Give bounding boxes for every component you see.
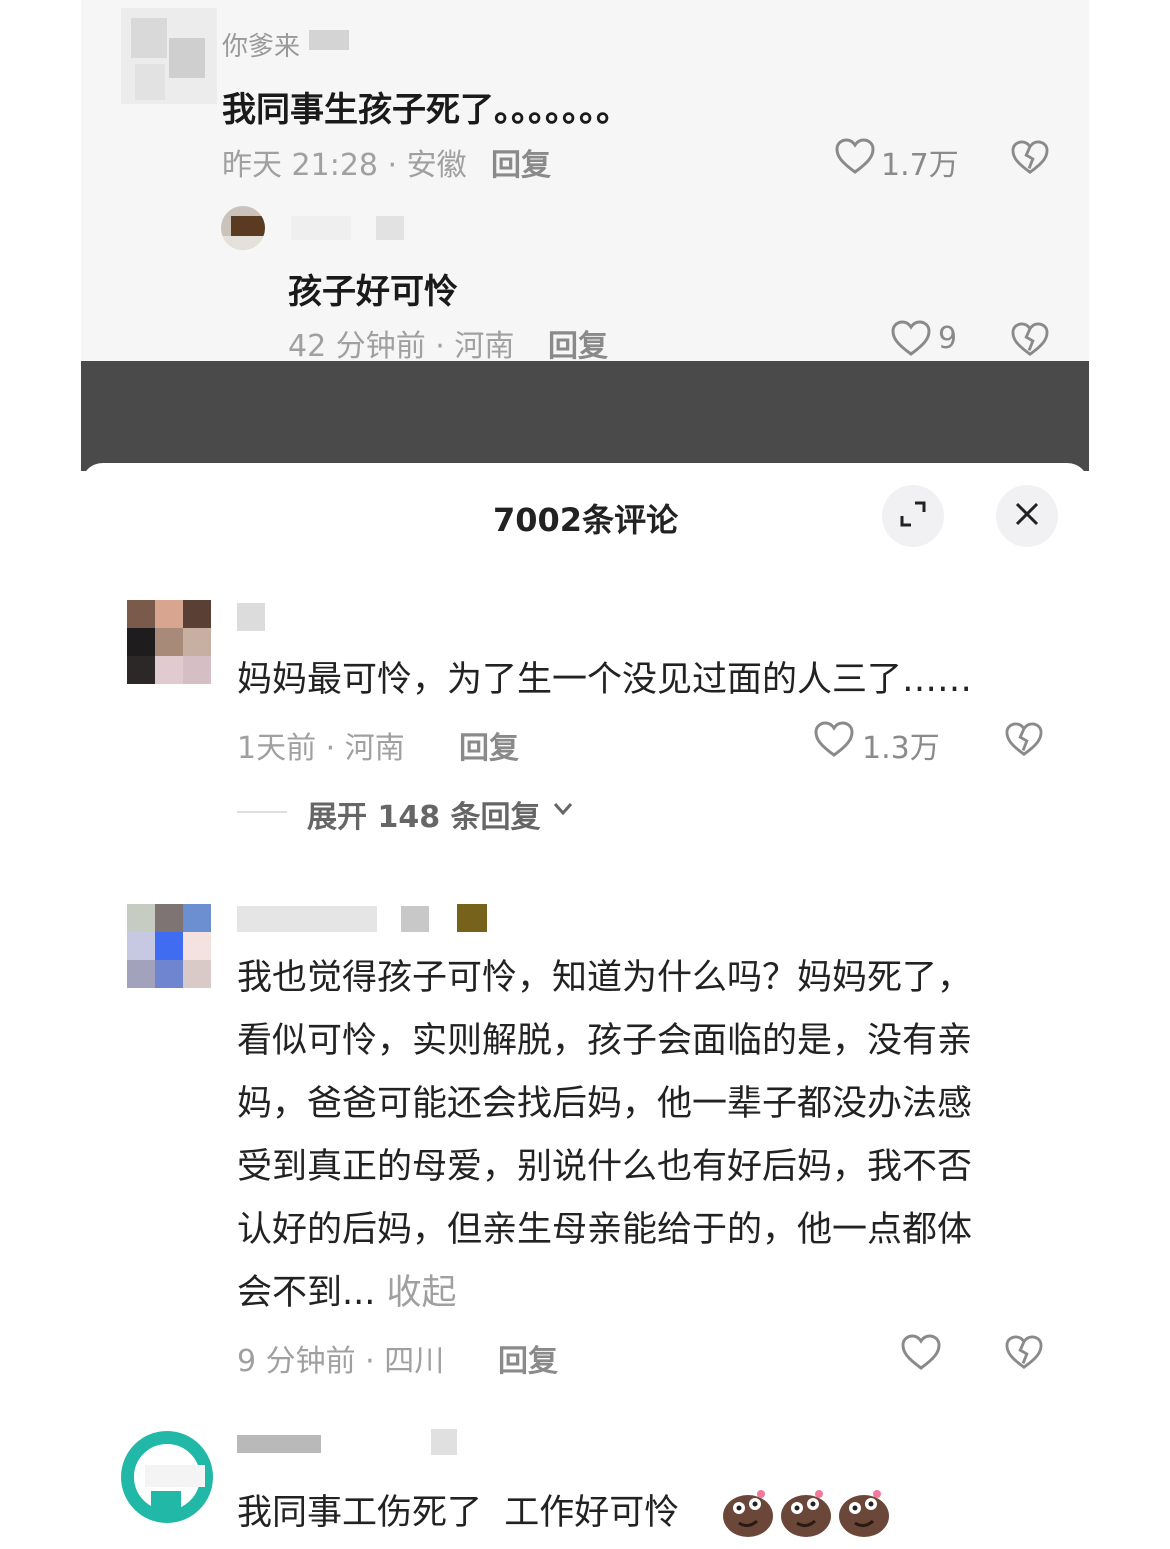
avatar[interactable] bbox=[127, 600, 211, 684]
comment-line-last: 会不到... 收起 bbox=[237, 1273, 457, 1313]
username-blur bbox=[237, 1435, 321, 1453]
heart-icon[interactable] bbox=[835, 138, 875, 176]
avatar[interactable] bbox=[127, 904, 211, 988]
comment-time-location: 9 分钟前 · 四川 bbox=[237, 1344, 445, 1379]
collapse-link[interactable]: 收起 bbox=[387, 1273, 457, 1313]
emoji-face-icon bbox=[721, 1485, 775, 1539]
top-comment-section: 你爹来 我同事生孩子死了。。。。。。。 昨天 21:28 · 安徽 回复 1.7… bbox=[81, 0, 1089, 361]
close-button[interactable] bbox=[996, 485, 1058, 547]
username-blur bbox=[431, 1429, 457, 1455]
reply-username-blur bbox=[376, 216, 404, 240]
comment-line: 我也觉得孩子可怜，知道为什么吗？妈妈死了， bbox=[237, 958, 973, 998]
reply-text: 孩子好可怜 bbox=[288, 272, 458, 312]
dislike-heart-icon[interactable] bbox=[1005, 722, 1043, 758]
heart-icon[interactable] bbox=[891, 320, 931, 358]
panel-title: 7002条评论 bbox=[493, 501, 679, 539]
comment-username[interactable]: 你爹来 bbox=[222, 26, 300, 63]
comment-text: 我也觉得孩子可怜，知道为什么吗？妈妈死了， 看似可怜，实则解脱，孩子会面临的是，… bbox=[237, 947, 1057, 1325]
like-count: 9 bbox=[938, 321, 958, 356]
dislike-heart-icon[interactable] bbox=[1011, 322, 1049, 358]
overlay-band bbox=[81, 361, 1089, 471]
reply-username-blur bbox=[291, 216, 351, 240]
emoji-face-icon bbox=[779, 1485, 833, 1539]
dislike-heart-icon[interactable] bbox=[1005, 1335, 1043, 1371]
comment-time-location: 1天前 · 河南 bbox=[237, 731, 405, 766]
like-count: 1.3万 bbox=[862, 731, 940, 766]
expand-button[interactable] bbox=[882, 485, 944, 547]
reply-button[interactable]: 回复 bbox=[498, 1336, 558, 1380]
username-blur bbox=[457, 904, 487, 932]
username-blur bbox=[237, 603, 265, 631]
comment-text: 我同事工伤死了 工作好可怜 bbox=[237, 1493, 680, 1533]
reply-time-location: 42 分钟前 · 河南 bbox=[288, 329, 515, 361]
username-blur bbox=[401, 906, 429, 932]
comment-text: 我同事生孩子死了。。。。。。。 bbox=[222, 90, 630, 130]
expand-replies-button[interactable]: 展开 148 条回复 bbox=[307, 792, 541, 836]
reply-button[interactable]: 回复 bbox=[459, 723, 519, 767]
comment-line: 妈，爸爸可能还会找后妈，他一辈子都没办法感 bbox=[237, 1084, 973, 1124]
reply-button[interactable]: 回复 bbox=[491, 140, 551, 184]
comment-line: 看似可怜，实则解脱，孩子会面临的是，没有亲 bbox=[237, 1021, 973, 1061]
emoji-face-icon bbox=[837, 1485, 891, 1539]
comment-line: 受到真正的母爱，别说什么也有好后妈，我不否 bbox=[237, 1147, 973, 1187]
close-icon bbox=[1013, 500, 1041, 532]
username-blur bbox=[309, 30, 349, 50]
expand-divider bbox=[237, 811, 287, 813]
comment-text: 妈妈最可怜，为了生一个没见过面的人三了…… bbox=[237, 660, 973, 700]
comment-time-location: 昨天 21:28 · 安徽 bbox=[222, 148, 467, 183]
expand-icon bbox=[898, 499, 928, 533]
comment-line: 认好的后妈，但亲生母亲能给于的，他一点都体 bbox=[237, 1210, 973, 1250]
username-blur bbox=[237, 906, 377, 932]
heart-icon[interactable] bbox=[814, 721, 854, 759]
avatar[interactable] bbox=[121, 8, 217, 104]
reply-button[interactable]: 回复 bbox=[548, 321, 608, 361]
comments-panel: 7002条评论 妈妈最可怜，为了生一个没见过面的人三了…… 1天前 · 河南 回… bbox=[81, 463, 1089, 1549]
chevron-down-icon[interactable] bbox=[552, 801, 574, 817]
reply-avatar[interactable] bbox=[221, 206, 265, 250]
dislike-heart-icon[interactable] bbox=[1011, 140, 1049, 176]
heart-icon[interactable] bbox=[901, 1334, 941, 1372]
avatar[interactable] bbox=[121, 1431, 213, 1523]
like-count: 1.7万 bbox=[881, 148, 959, 183]
